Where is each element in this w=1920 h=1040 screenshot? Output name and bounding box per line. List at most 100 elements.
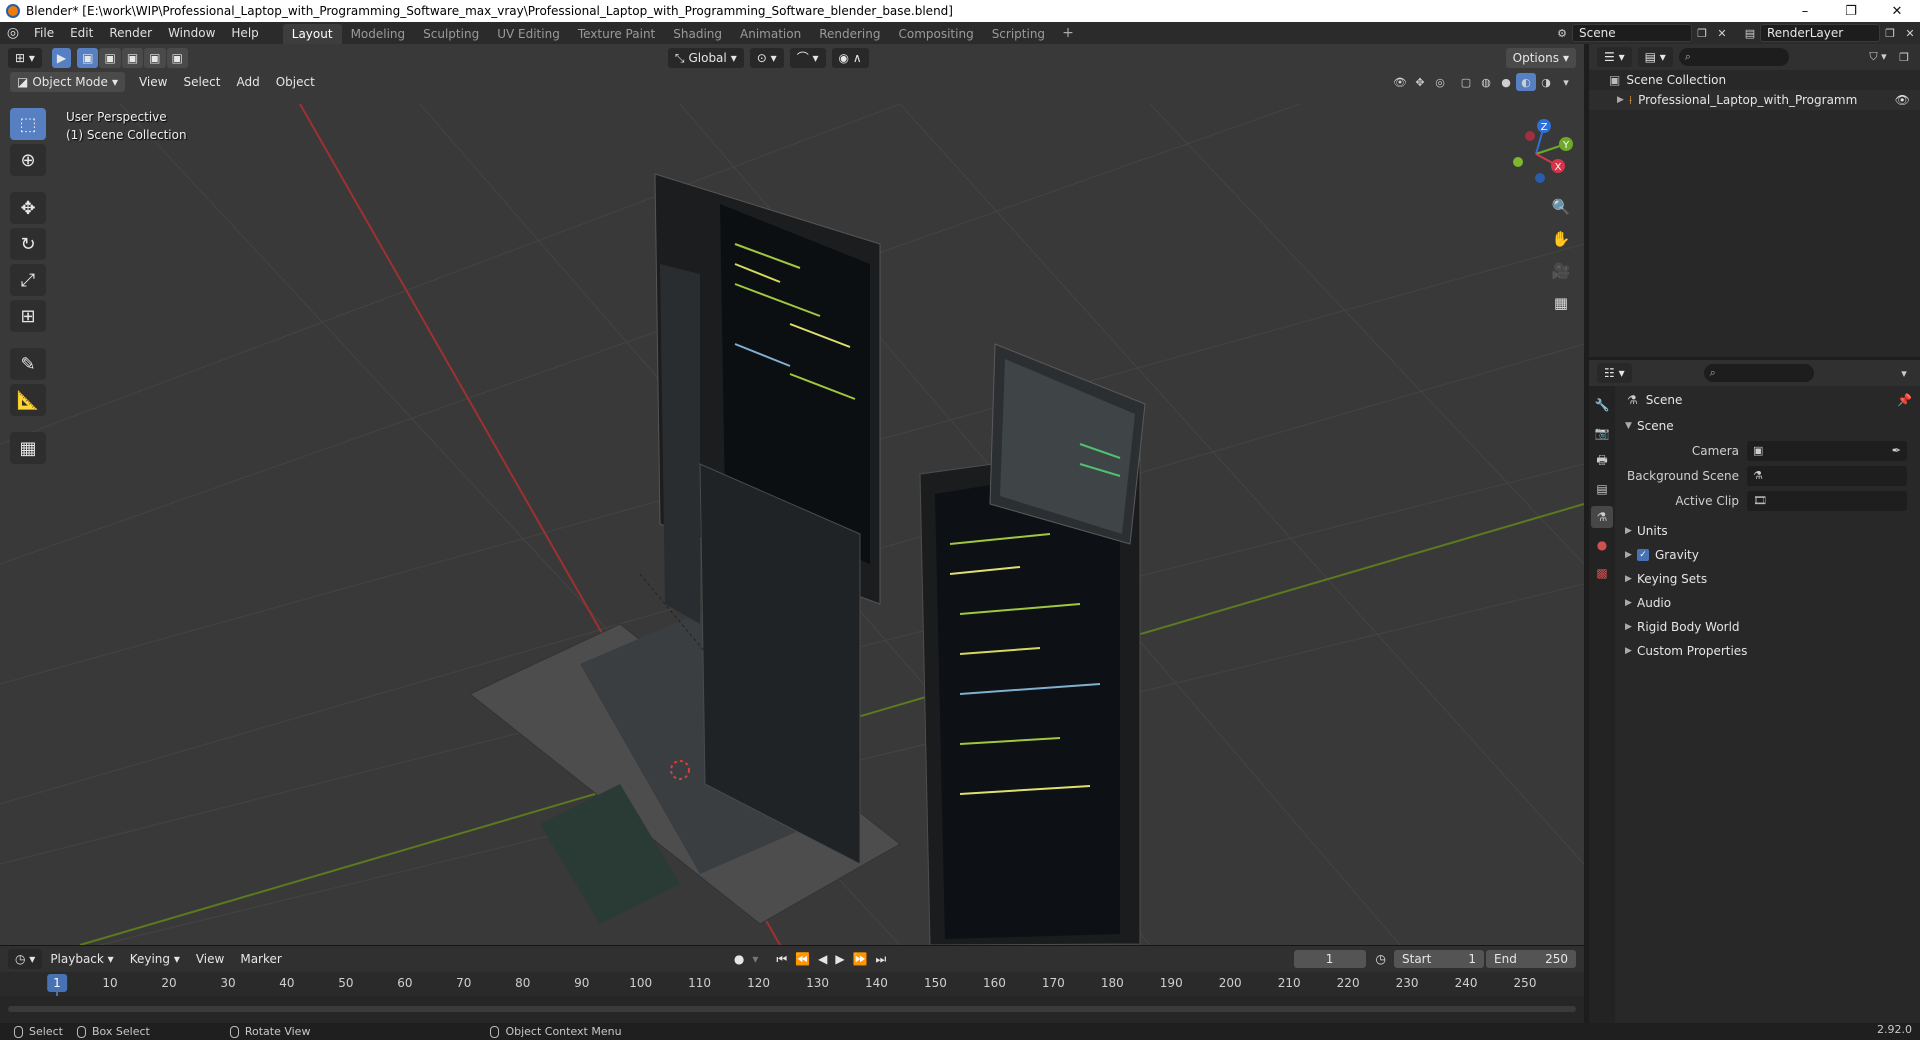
tab-texture-paint[interactable]: Texture Paint bbox=[569, 24, 664, 44]
scene-tab-icon[interactable]: ⚗ bbox=[1591, 506, 1613, 528]
audio-panel[interactable]: ▶ Audio bbox=[1619, 591, 1920, 615]
frame-ruler[interactable]: 1 10 20 30 40 50 60 70 80 90 100 110 120 130 140 150 160… bbox=[0, 972, 1584, 1026]
delete-scene-icon[interactable]: ✕ bbox=[1712, 24, 1732, 42]
units-panel[interactable]: ▶ Units bbox=[1619, 519, 1920, 543]
expand-arrow-icon[interactable]: ▶ bbox=[1617, 95, 1629, 105]
display-mode-icon[interactable]: ▤ ▾ bbox=[1637, 47, 1673, 67]
properties-search-input[interactable]: ⌕ bbox=[1703, 364, 1814, 382]
select-intersect-icon[interactable]: ▣ bbox=[166, 48, 188, 68]
maximize-button[interactable]: ❐ bbox=[1828, 0, 1874, 22]
menu-edit[interactable]: Edit bbox=[62, 22, 101, 44]
shading-options-icon[interactable]: ▾ bbox=[1556, 73, 1576, 91]
outliner-item[interactable]: ▶ ⟊ Professional_Laptop_with_Programming… bbox=[1589, 90, 1920, 110]
scene-selector-icon[interactable]: ⚙ bbox=[1552, 24, 1572, 42]
viewport-menu-view[interactable]: View bbox=[131, 75, 175, 89]
pan-hand-icon[interactable]: ✋ bbox=[1548, 226, 1574, 252]
viewport-menu-add[interactable]: Add bbox=[228, 75, 267, 89]
tab-rendering[interactable]: Rendering bbox=[810, 24, 889, 44]
select-box-tool-icon[interactable]: ⬚ bbox=[10, 108, 46, 140]
eye-visibility-icon[interactable]: 👁 bbox=[1895, 93, 1910, 107]
timeline-scrollbar[interactable] bbox=[8, 1006, 1576, 1012]
tab-layout[interactable]: Layout bbox=[282, 23, 342, 44]
select-tool-icon[interactable]: ▶ bbox=[51, 48, 72, 68]
viewport-menu-select[interactable]: Select bbox=[175, 75, 228, 89]
active-clip-field[interactable]: 🎞 bbox=[1747, 490, 1907, 511]
select-new-icon[interactable]: ▣ bbox=[77, 48, 99, 68]
current-frame-field[interactable]: 1 bbox=[1293, 950, 1366, 968]
auto-keying-icon[interactable]: ● bbox=[730, 952, 748, 966]
material-shading-icon[interactable]: ◐ bbox=[1516, 73, 1536, 91]
outliner-search-input[interactable]: ⌕ bbox=[1678, 48, 1789, 66]
output-tab-icon[interactable]: 🖶 bbox=[1591, 450, 1613, 472]
new-scene-icon[interactable]: ❐ bbox=[1692, 24, 1712, 42]
tab-modeling[interactable]: Modeling bbox=[342, 24, 415, 44]
timeline-editor-type-icon[interactable]: ◷ ▾ bbox=[8, 949, 43, 969]
tab-scripting[interactable]: Scripting bbox=[983, 24, 1054, 44]
outliner-editor-type-icon[interactable]: ☰ ▾ bbox=[1597, 47, 1632, 67]
view-layer-tab-icon[interactable]: ▤ bbox=[1591, 478, 1613, 500]
preview-range-icon[interactable]: ◷ bbox=[1372, 952, 1390, 966]
scene-name-field[interactable]: Scene bbox=[1572, 24, 1692, 42]
start-frame-field[interactable]: Start 1 bbox=[1394, 950, 1484, 968]
proportional-edit-icon[interactable]: ◉ ∧ bbox=[831, 48, 869, 68]
timeline-track[interactable] bbox=[0, 996, 1584, 1024]
play-icon[interactable]: ▶ bbox=[831, 952, 848, 966]
menu-help[interactable]: Help bbox=[223, 22, 266, 44]
keying-sets-panel[interactable]: ▶ Keying Sets bbox=[1619, 567, 1920, 591]
transform-orientation-dropdown[interactable]: ⤡ Global ▾ bbox=[667, 48, 744, 68]
select-extend-icon[interactable]: ▣ bbox=[99, 48, 121, 68]
annotate-tool-icon[interactable]: ✎ bbox=[10, 348, 46, 380]
timeline-menu-playback[interactable]: Playback ▾ bbox=[42, 952, 121, 966]
scale-tool-icon[interactable]: ⤢ bbox=[10, 264, 46, 296]
scene-collection-row[interactable]: ▣ Scene Collection bbox=[1589, 70, 1920, 90]
options-dropdown[interactable]: Options ▾ bbox=[1505, 48, 1576, 68]
navigation-gizmo[interactable]: Z Y X bbox=[1496, 114, 1576, 194]
viewport-menu-object[interactable]: Object bbox=[268, 75, 323, 89]
timeline-menu-marker[interactable]: Marker bbox=[232, 952, 289, 966]
end-frame-field[interactable]: End 250 bbox=[1486, 950, 1576, 968]
menu-window[interactable]: Window bbox=[160, 22, 223, 44]
select-subtract-icon[interactable]: ▣ bbox=[121, 48, 144, 68]
rendered-shading-icon[interactable]: ◑ bbox=[1536, 73, 1556, 91]
next-keyframe-icon[interactable]: ⏩ bbox=[849, 952, 872, 966]
pivot-point-icon[interactable]: ⊙ ▾ bbox=[749, 48, 784, 68]
prev-keyframe-icon[interactable]: ⏪ bbox=[791, 952, 814, 966]
tab-shading[interactable]: Shading bbox=[664, 24, 731, 44]
tab-uv-editing[interactable]: UV Editing bbox=[488, 24, 569, 44]
play-reverse-icon[interactable]: ◀ bbox=[814, 952, 831, 966]
current-frame-indicator[interactable]: 1 bbox=[47, 974, 67, 992]
camera-view-icon[interactable]: 🎥 bbox=[1548, 258, 1574, 284]
visibility-icon[interactable]: 👁 bbox=[1390, 73, 1410, 91]
camera-field[interactable]: ▣ ✒ bbox=[1747, 440, 1907, 461]
rotate-tool-icon[interactable]: ↻ bbox=[10, 228, 46, 260]
minimize-button[interactable]: – bbox=[1782, 0, 1828, 22]
pin-icon[interactable]: 📌 bbox=[1897, 393, 1912, 407]
solid-shading-icon[interactable]: ● bbox=[1496, 73, 1516, 91]
move-tool-icon[interactable]: ✥ bbox=[10, 192, 46, 224]
render-layer-field[interactable]: RenderLayer bbox=[1760, 24, 1880, 42]
texture-tab-icon[interactable]: ▩ bbox=[1591, 562, 1613, 584]
add-workspace-icon[interactable]: + bbox=[1054, 25, 1082, 41]
timeline-menu-keying[interactable]: Keying ▾ bbox=[122, 952, 188, 966]
tab-compositing[interactable]: Compositing bbox=[889, 24, 982, 44]
add-cube-tool-icon[interactable]: ▦ bbox=[10, 432, 46, 464]
menu-render[interactable]: Render bbox=[101, 22, 160, 44]
menu-file[interactable]: File bbox=[26, 22, 62, 44]
wireframe-shading-icon[interactable]: ◍ bbox=[1476, 73, 1496, 91]
custom-properties-panel[interactable]: ▶ Custom Properties bbox=[1619, 639, 1920, 663]
properties-options-icon[interactable]: ▾ bbox=[1894, 364, 1914, 382]
jump-end-icon[interactable]: ⏭ bbox=[872, 952, 891, 967]
gizmo-toggle-icon[interactable]: ✥ bbox=[1410, 73, 1430, 91]
world-tab-icon[interactable]: ● bbox=[1591, 534, 1613, 556]
overlay-toggle-icon[interactable]: ◎ bbox=[1430, 73, 1450, 91]
rigid-body-world-panel[interactable]: ▶ Rigid Body World bbox=[1619, 615, 1920, 639]
gravity-checkbox[interactable]: ✓ bbox=[1637, 549, 1649, 561]
gravity-panel[interactable]: ▶ ✓ Gravity bbox=[1619, 543, 1920, 567]
object-mode-dropdown[interactable]: ◪ Object Mode ▾ bbox=[10, 72, 125, 92]
delete-layer-icon[interactable]: ✕ bbox=[1900, 24, 1920, 42]
jump-start-icon[interactable]: ⏮ bbox=[772, 952, 791, 967]
measure-tool-icon[interactable]: 📐 bbox=[10, 384, 46, 416]
3d-viewport[interactable]: ⊞ ▾ ▶ ▣ ▣ ▣ ▣ ▣ ⤡ Global ▾ ⊙ ▾ ⌒ ▾ ◉ ∧ O… bbox=[0, 44, 1584, 945]
scene-panel-header[interactable]: ▼ Scene bbox=[1619, 414, 1920, 438]
tool-tab-icon[interactable]: 🔧 bbox=[1591, 394, 1613, 416]
